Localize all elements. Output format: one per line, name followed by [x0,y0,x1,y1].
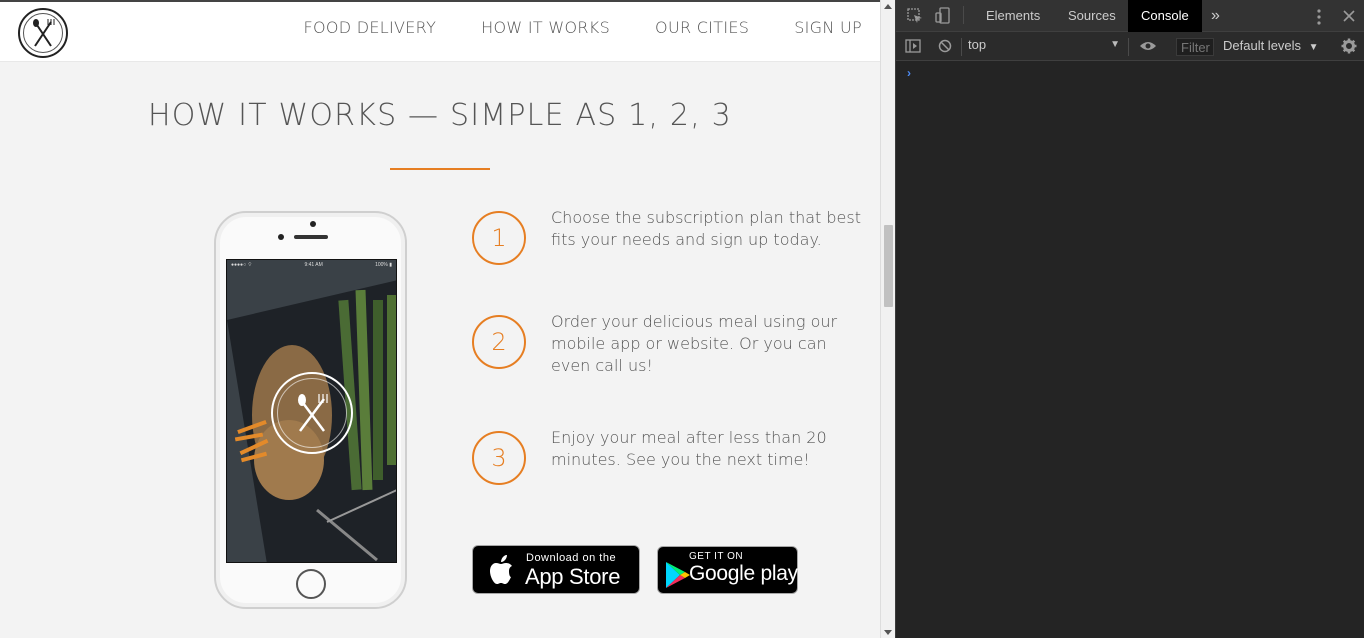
section-title: HOW IT WORKS — SIMPLE AS 1, 2, 3 [148,98,732,133]
header-top-border [0,0,880,2]
scrollbar-thumb[interactable] [884,225,893,307]
phone-home-button [296,569,326,599]
main-nav: FOOD DELIVERY HOW IT WORKS OUR CITIES SI… [303,18,862,37]
settings-gear-icon[interactable] [1341,38,1357,54]
filter-input[interactable] [1176,38,1214,56]
phone-speaker [294,235,328,239]
google-play-icon [666,562,690,588]
logo-ring [23,13,63,53]
nav-link-how-it-works[interactable]: HOW IT WORKS [481,18,610,37]
page-scrollbar[interactable] [880,0,895,638]
step-text: Enjoy your meal after less than 20 minut… [551,428,827,469]
nav-link-our-cities[interactable]: OUR CITIES [655,18,749,37]
apple-icon [490,555,512,584]
tab-console[interactable]: Console [1128,0,1202,32]
devtools-tabbar: Elements Sources Console » [896,0,1364,32]
console-toolbar: top ▼ Default levels ▼ [896,32,1364,61]
scroll-up-arrow-icon[interactable] [884,4,892,9]
inspect-element-icon[interactable] [907,8,923,24]
phone-statusbar: ●●●●○ ⌔ 9:41 AM 100% ▮ [231,262,392,268]
step-number: 3 [472,431,526,485]
google-play-badge[interactable]: GET IT ON Google play [657,546,798,594]
live-expression-eye-icon[interactable] [1139,40,1157,52]
toolbar-separator [1128,38,1129,56]
step-text: Choose the subscription plan that best f… [551,208,861,249]
device-toolbar-icon[interactable] [935,7,951,25]
context-select[interactable]: top ▼ [968,37,1120,55]
scroll-down-arrow-icon[interactable] [884,630,892,635]
app-logo [271,372,353,454]
clear-console-icon[interactable] [938,39,952,53]
site-logo[interactable] [18,8,68,58]
toolbar-separator [961,38,962,56]
phone-mockup: ●●●●○ ⌔ 9:41 AM 100% ▮ [214,211,407,609]
phone-sensor [278,234,284,240]
app-store-small-text: Download on the [526,552,617,564]
toolbar-separator [963,6,964,24]
page-viewport: FOOD DELIVERY HOW IT WORKS OUR CITIES SI… [0,0,880,638]
app-store-big-text: App Store [525,564,621,589]
close-icon[interactable] [1343,10,1355,22]
kebab-menu-icon[interactable] [1316,9,1322,25]
tab-sources[interactable]: Sources [1068,0,1116,32]
nav-link-food-delivery[interactable]: FOOD DELIVERY [303,18,436,37]
nav-link-sign-up[interactable]: SIGN UP [794,18,862,37]
app-store-badge[interactable]: Download on the App Store [472,545,640,594]
devtools-panel: Elements Sources Console » top ▼ Filter … [895,0,1364,638]
step-number: 1 [472,211,526,265]
step-number: 2 [472,315,526,369]
chevron-down-icon: ▼ [1308,42,1319,53]
log-levels-dropdown[interactable]: Default levels ▼ [1223,38,1319,53]
google-play-big-text: Google play [689,562,798,585]
console-prompt[interactable]: › [907,66,911,80]
show-sidebar-icon[interactable] [905,39,921,53]
site-header: FOOD DELIVERY HOW IT WORKS OUR CITIES SI… [0,0,880,62]
phone-screen: ●●●●○ ⌔ 9:41 AM 100% ▮ [226,259,397,563]
phone-camera [310,221,316,227]
tab-elements[interactable]: Elements [986,0,1040,32]
title-divider [390,168,490,170]
chevron-down-icon: ▼ [1110,39,1120,50]
more-tabs-icon[interactable]: » [1211,0,1220,32]
log-levels-label: Default levels [1223,38,1302,53]
step-text: Order your delicious meal using our mobi… [551,312,838,375]
app-logo-ring [277,378,347,448]
context-select-value: top [968,37,987,52]
google-play-small-text: GET IT ON [689,551,744,562]
